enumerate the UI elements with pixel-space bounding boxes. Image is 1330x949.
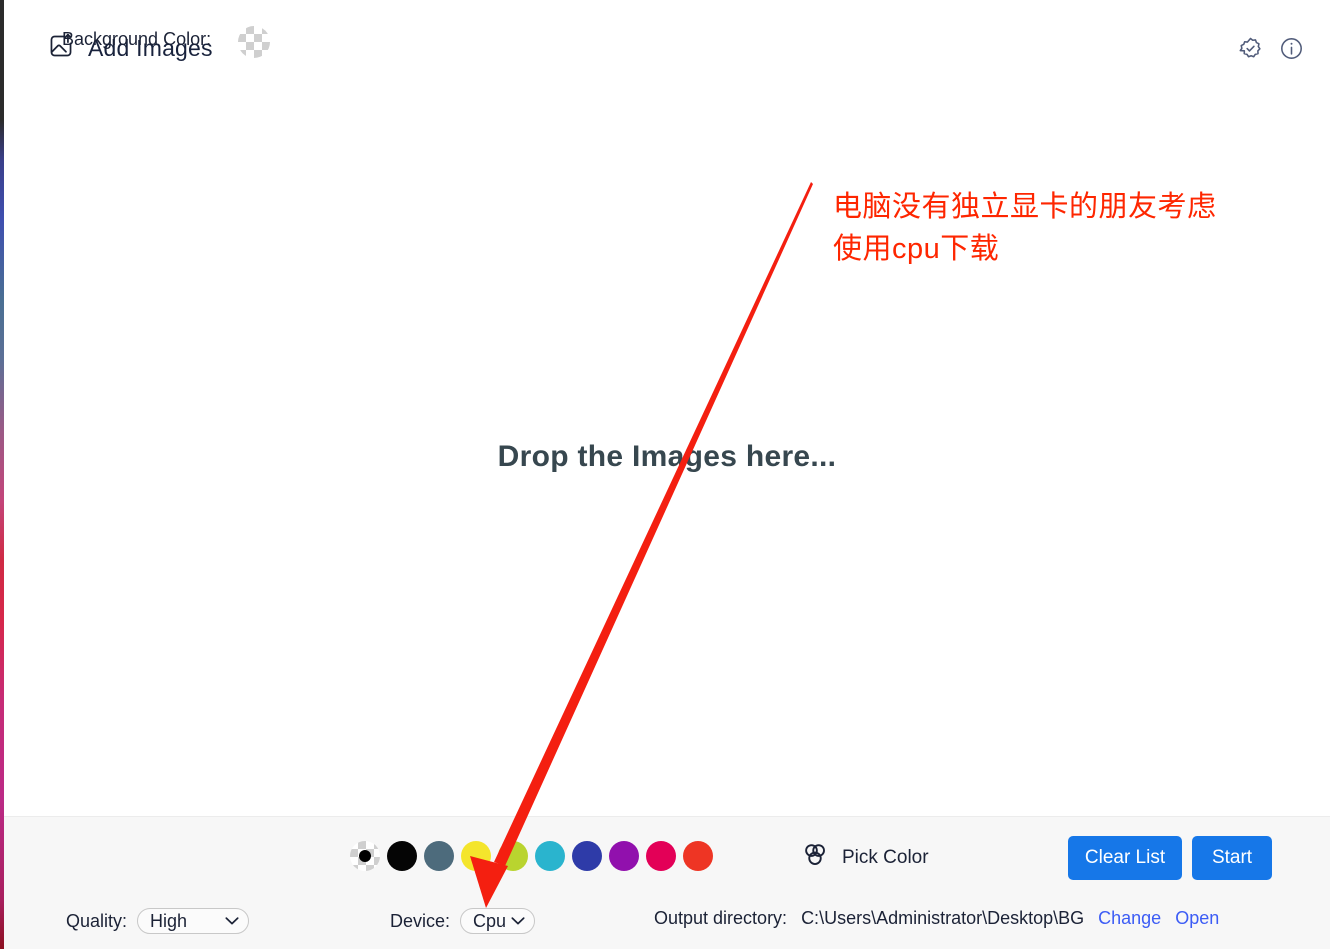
edge-gradient-strip <box>0 0 4 949</box>
device-control: Device: Cpu <box>390 908 536 934</box>
chevron-down-icon <box>511 917 525 926</box>
swatch-slate[interactable] <box>424 841 454 871</box>
swatch-red[interactable] <box>683 841 713 871</box>
open-directory-link[interactable]: Open <box>1175 908 1219 929</box>
current-background-swatch[interactable] <box>238 26 270 58</box>
swatch-cyan[interactable] <box>535 841 565 871</box>
quality-value: High <box>150 910 188 931</box>
swatch-black[interactable] <box>387 841 417 871</box>
output-directory-control: Output directory: C:\Users\Administrator… <box>654 908 1219 929</box>
swatch-yellow-green[interactable] <box>498 841 528 871</box>
quality-control: Quality: High <box>66 908 250 934</box>
clear-list-button[interactable]: Clear List <box>1068 836 1182 880</box>
output-directory-label: Output directory: <box>654 908 788 928</box>
device-label: Device: <box>390 910 451 931</box>
drop-zone-placeholder: Drop the Images here... <box>497 440 837 473</box>
pick-color-label: Pick Color <box>842 846 929 868</box>
background-color-label: Background Color: <box>62 29 212 49</box>
start-button[interactable]: Start <box>1192 836 1272 880</box>
info-circle-icon[interactable] <box>1279 36 1304 61</box>
swatch-none[interactable] <box>350 841 380 871</box>
quality-label: Quality: <box>66 910 128 931</box>
header-icon-group <box>1238 36 1304 61</box>
verified-badge-icon[interactable] <box>1238 36 1263 61</box>
swatch-crimson[interactable] <box>646 841 676 871</box>
output-directory-path: C:\Users\Administrator\Desktop\BG <box>801 908 1085 928</box>
app-window: Add Images Drop the Images here... Backg… <box>0 0 1330 949</box>
color-palette <box>350 841 713 871</box>
swatch-yellow[interactable] <box>461 841 491 871</box>
three-circles-icon <box>800 840 830 875</box>
image-drop-zone[interactable]: Drop the Images here... <box>4 96 1330 816</box>
swatch-dark-blue[interactable] <box>572 841 602 871</box>
device-value: Cpu <box>473 910 507 931</box>
device-select[interactable]: Cpu <box>460 908 536 934</box>
pick-color-button[interactable]: Pick Color <box>800 840 929 875</box>
change-directory-link[interactable]: Change <box>1098 908 1161 929</box>
chevron-down-icon <box>225 917 239 926</box>
quality-select[interactable]: High <box>137 908 250 934</box>
swatch-purple[interactable] <box>609 841 639 871</box>
